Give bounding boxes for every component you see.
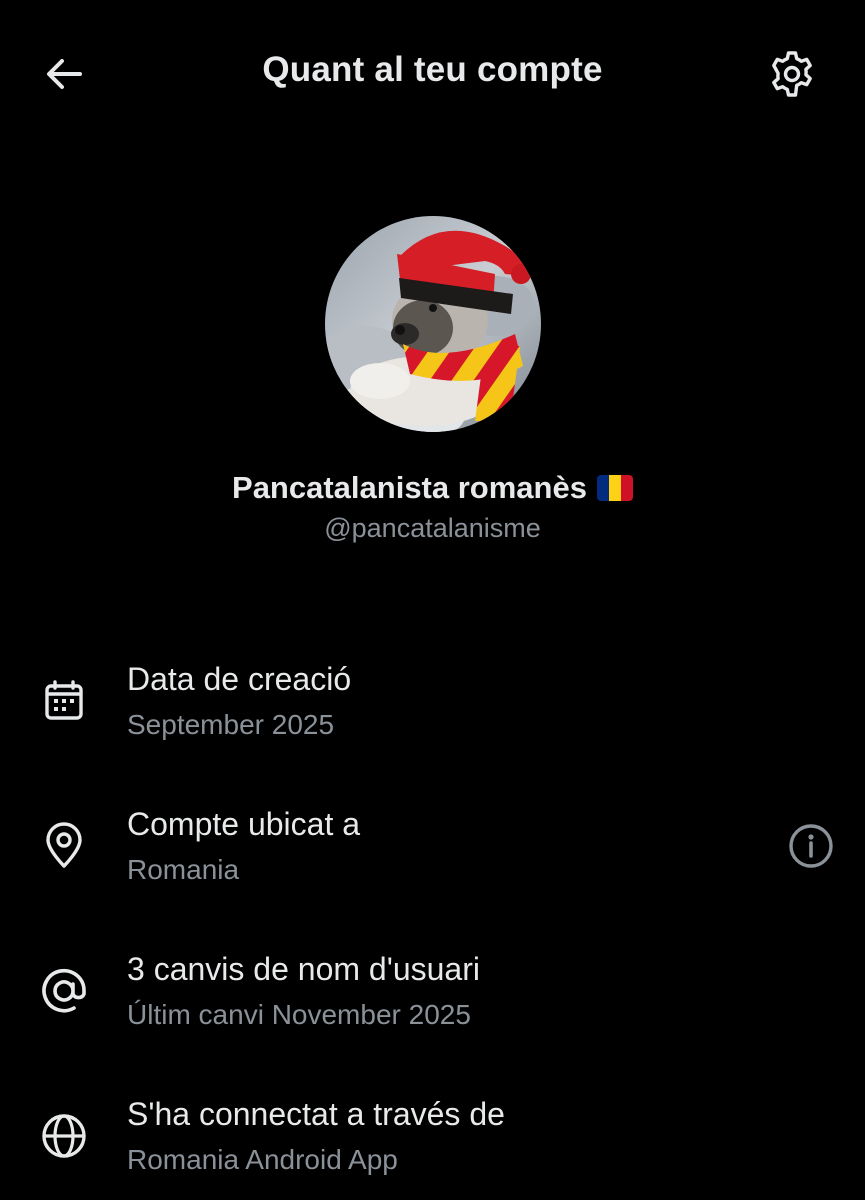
profile-avatar[interactable] [325,216,541,432]
username-handle: @pancatalanisme [324,513,541,543]
location-info-button[interactable] [784,819,838,873]
romania-flag-icon [596,475,633,501]
gear-icon [772,51,812,97]
detail-title: 3 canvis de nom d'usuari [127,951,480,987]
detail-title: Data de creació [127,661,352,697]
detail-subtitle: September 2025 [127,709,335,740]
display-name-text: Pancatalanista romanès [232,470,587,505]
calendar-icon [36,673,92,729]
detail-row-connected-via: S'ha connectat a través de Romania Andro… [0,1090,865,1200]
detail-subtitle: Últim canvi November 2025 [127,999,471,1030]
location-pin-icon [36,818,92,874]
detail-row-account-location: Compte ubicat a Romania [0,800,865,910]
display-name: Pancatalanista romanès [0,470,865,506]
detail-title: S'ha connectat a través de [127,1096,505,1132]
detail-subtitle: Romania [127,854,240,885]
page-title: Quant al teu compte [262,50,603,89]
detail-title: Compte ubicat a [127,806,361,842]
detail-subtitle: Romania Android App [127,1144,398,1175]
detail-row-username-changes: 3 canvis de nom d'usuari Últim canvi Nov… [0,945,865,1055]
at-sign-icon [36,963,92,1019]
globe-icon [36,1108,92,1164]
top-app-bar: Quant al teu compte [0,0,865,148]
avatar-image [325,216,541,432]
detail-row-creation-date: Data de creació September 2025 [0,655,865,765]
info-icon [789,824,833,868]
settings-button[interactable] [762,44,822,104]
